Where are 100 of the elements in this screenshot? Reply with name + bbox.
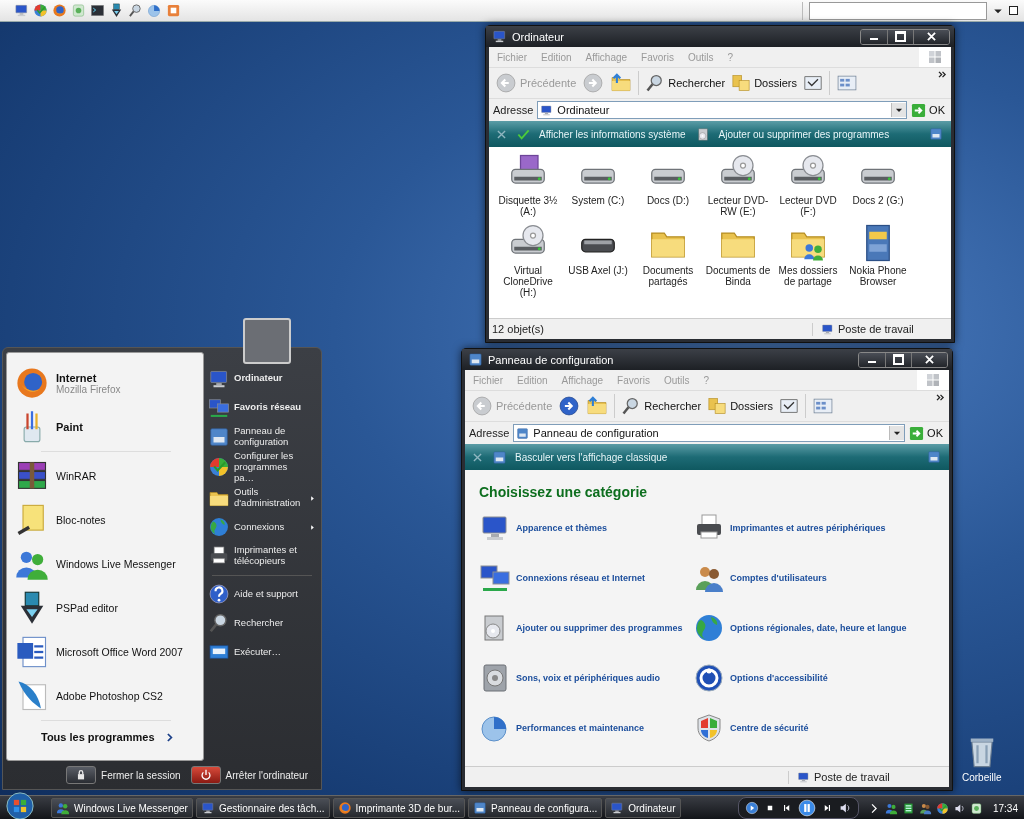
category-link[interactable]: Options régionales, date, heure et langue xyxy=(730,623,907,633)
play-icon[interactable] xyxy=(744,801,759,815)
task-link[interactable]: Basculer vers l'affichage classique xyxy=(515,451,668,463)
drive-label[interactable]: Docs (D:) xyxy=(634,195,702,206)
start-menu-link[interactable]: Configurer les programmes pa… xyxy=(234,451,305,484)
recent-program[interactable]: Bloc-notes xyxy=(56,514,106,526)
start-menu-link[interactable]: Favoris réseau xyxy=(234,402,302,413)
drive-label[interactable]: Documents de Binda xyxy=(704,265,772,287)
start-menu-link[interactable]: Rechercher xyxy=(234,617,308,629)
up-folder-button[interactable] xyxy=(586,395,609,417)
app-icon[interactable] xyxy=(969,801,983,815)
drive-label[interactable]: Documents partagés xyxy=(634,265,702,287)
maximize-button[interactable] xyxy=(885,352,911,367)
pinned-program[interactable]: Internet xyxy=(56,371,121,384)
start-orb-icon[interactable] xyxy=(6,792,34,819)
monitor-icon[interactable] xyxy=(14,3,29,18)
close-icon[interactable] xyxy=(473,452,482,462)
pen-nib-icon[interactable] xyxy=(109,3,124,18)
start-menu-link[interactable]: Aide et support xyxy=(234,588,308,600)
views-button[interactable] xyxy=(811,395,834,417)
drive-label[interactable]: System (C:) xyxy=(564,195,632,206)
recent-program[interactable]: Microsoft Office Word 2007 xyxy=(56,646,183,658)
drive-label[interactable]: Lecteur DVD-RW (E:) xyxy=(704,195,772,217)
checked-globe-icon[interactable] xyxy=(33,3,48,18)
desktop-icon-label[interactable]: Corbeille xyxy=(962,772,1002,783)
more-chevron-icon[interactable] xyxy=(938,71,947,78)
shutdown-button[interactable] xyxy=(190,766,221,784)
address-field[interactable]: Panneau de configuration xyxy=(513,424,906,442)
minimize-button[interactable] xyxy=(861,29,887,44)
category-link[interactable]: Centre de sécurité xyxy=(730,723,809,733)
recent-program[interactable]: WinRAR xyxy=(56,470,97,482)
category-link[interactable]: Sons, voix et périphériques audio xyxy=(516,673,661,683)
close-icon[interactable] xyxy=(497,129,506,139)
taskbar-button[interactable]: Imprimante 3D de bur... xyxy=(332,798,466,818)
terminal-icon[interactable] xyxy=(90,3,105,18)
network-monitors-icon[interactable] xyxy=(479,562,511,594)
category-link[interactable]: Connexions réseau et Internet xyxy=(516,573,646,583)
search-button[interactable]: Rechercher xyxy=(645,73,726,93)
drive-label[interactable]: Disquette 3½ (A:) xyxy=(494,195,562,217)
pie-chart-icon[interactable] xyxy=(147,3,162,18)
drive-label[interactable]: Docs 2 (G:) xyxy=(844,195,912,206)
control-panel-icon[interactable] xyxy=(927,450,941,464)
people-icon[interactable] xyxy=(884,801,898,815)
search-field[interactable] xyxy=(809,1,987,20)
pinned-program[interactable]: Paint xyxy=(56,421,83,433)
more-chevron-icon[interactable] xyxy=(936,394,945,401)
spreadsheet-icon[interactable] xyxy=(901,801,915,815)
start-menu-link[interactable]: Connexions xyxy=(234,521,305,533)
drive-label[interactable]: Nokia Phone Browser xyxy=(844,265,912,287)
start-menu-link[interactable]: Panneau de configuration xyxy=(234,425,305,448)
views-button[interactable] xyxy=(835,72,858,94)
users-icon[interactable] xyxy=(918,801,932,815)
all-programs-link[interactable]: Tous les programmes xyxy=(41,731,155,743)
pause-icon[interactable] xyxy=(797,799,816,817)
recent-program[interactable]: Adobe Photoshop CS2 xyxy=(56,690,163,702)
category-link[interactable]: Ajouter ou supprimer des programmes xyxy=(516,623,683,633)
drive-label[interactable]: USB Axel (J:) xyxy=(564,265,632,276)
task-link[interactable]: Ajouter ou supprimer des programmes xyxy=(718,128,890,140)
close-button[interactable] xyxy=(913,29,949,44)
session-label[interactable]: Arrêter l'ordinateur xyxy=(225,769,308,781)
task-link[interactable]: Afficher les informations système xyxy=(539,128,686,140)
address-field[interactable]: Ordinateur xyxy=(537,101,908,119)
recent-program[interactable]: PSPad editor xyxy=(56,602,118,614)
category-link[interactable]: Performances et maintenance xyxy=(516,723,645,733)
control-panel-icon[interactable] xyxy=(492,449,507,465)
category-link[interactable]: Options d'accessibilité xyxy=(730,673,828,683)
drive-label[interactable]: Mes dossiers de partage xyxy=(774,265,842,287)
maximize-button[interactable] xyxy=(887,29,913,44)
search-icon[interactable] xyxy=(128,3,143,18)
forward-button[interactable] xyxy=(558,395,581,417)
drive-label[interactable]: Virtual CloneDrive (H:) xyxy=(494,265,562,298)
window-toggle-button[interactable] xyxy=(1009,6,1018,15)
start-menu-link[interactable]: Imprimantes et télécopieurs xyxy=(234,545,305,568)
folders-button[interactable]: Dossiers xyxy=(707,396,773,416)
recent-program[interactable]: Windows Live Messenger xyxy=(56,558,176,570)
go-button[interactable]: OK xyxy=(911,102,945,118)
globe-icon[interactable] xyxy=(693,612,725,644)
minimize-button[interactable] xyxy=(859,352,885,367)
plugin-icon[interactable] xyxy=(166,3,181,18)
taskbar-button[interactable]: Gestionnaire des tâch... xyxy=(195,798,330,818)
category-link[interactable]: Comptes d'utilisateurs xyxy=(730,573,827,583)
checked-globe-icon[interactable] xyxy=(935,801,949,815)
drive-label[interactable]: Lecteur DVD (F:) xyxy=(774,195,842,217)
taskbar-button[interactable]: Ordinateur xyxy=(605,798,681,818)
folders-button[interactable]: Dossiers xyxy=(731,73,797,93)
category-link[interactable]: Imprimantes et autres périphériques xyxy=(730,523,886,533)
start-menu-link[interactable]: Ordinateur xyxy=(234,373,283,384)
up-folder-button[interactable] xyxy=(610,72,633,94)
taskbar-button[interactable]: Panneau de configura... xyxy=(468,798,603,818)
category-link[interactable]: Apparence et thèmes xyxy=(516,523,608,533)
control-panel-icon[interactable] xyxy=(929,127,943,141)
close-button[interactable] xyxy=(911,352,947,367)
globe-logo-icon[interactable] xyxy=(52,3,67,18)
lock-button[interactable] xyxy=(66,766,97,784)
accessibility-icon[interactable] xyxy=(693,662,725,694)
start-menu-link[interactable]: Outils d'administration xyxy=(234,487,305,510)
start-menu-link[interactable]: Exécuter… xyxy=(234,646,308,658)
software-box-icon[interactable] xyxy=(695,126,711,142)
taskbar-button[interactable]: Windows Live Messenger xyxy=(51,798,193,818)
session-label[interactable]: Fermer la session xyxy=(101,769,181,781)
